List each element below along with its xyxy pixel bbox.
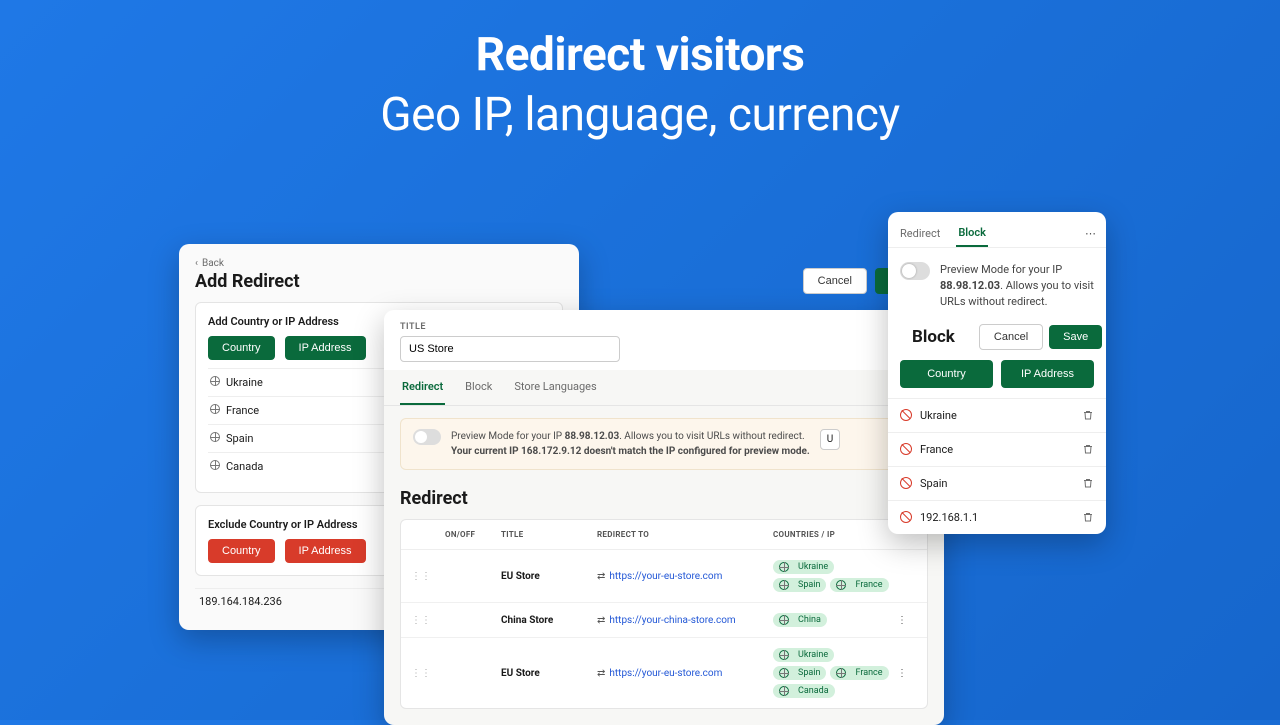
country-badge: Ukraine <box>773 648 834 662</box>
block-country-button[interactable]: Country <box>900 360 993 388</box>
hero-title: Redirect visitors <box>0 28 1280 82</box>
block-item: Spain <box>888 466 1106 500</box>
redirect-url[interactable]: https://your-eu-store.com <box>609 571 722 582</box>
globe-icon <box>210 376 220 386</box>
tabs: Redirect Block Store Languages <box>384 370 944 406</box>
row-title: China Store <box>501 615 591 626</box>
shuffle-icon: ⇄ <box>597 571 605 582</box>
block-item-label: Spain <box>920 477 947 490</box>
country-badge: Spain <box>773 666 826 680</box>
globe-icon <box>210 432 220 442</box>
preview-toggle[interactable] <box>413 429 441 445</box>
country-badge: Canada <box>773 684 835 698</box>
block-item-label: 192.168.1.1 <box>920 511 978 524</box>
exclude-country-button[interactable]: Country <box>208 539 275 563</box>
table-row: ⋮⋮ China Store ⇄https://your-china-store… <box>401 603 927 638</box>
country-badge: France <box>830 666 888 680</box>
table-row: ⋮⋮ EU Store ⇄https://your-eu-store.com U… <box>401 638 927 708</box>
preview-banner: Preview Mode for your IP 88.98.12.03. Al… <box>400 418 928 470</box>
col-redirect: REDIRECT TO <box>597 530 767 539</box>
country-badge: Ukraine <box>773 560 834 574</box>
chevron-left-icon: ‹ <box>195 258 198 269</box>
delete-icon[interactable] <box>1082 477 1094 489</box>
block-item: France <box>888 432 1106 466</box>
col-countries: COUNTRIES / IP <box>773 530 891 539</box>
table-header-row: ON/OFF TITLE REDIRECT TO COUNTRIES / IP <box>401 520 927 550</box>
redirect-list-panel: TITLE Cancel Save Redirect Block Store L… <box>384 310 944 725</box>
block-icon <box>900 477 912 489</box>
country-badges: Ukraine Spain France Canada <box>773 648 891 698</box>
block-item-label: Ukraine <box>920 409 957 422</box>
redirect-table: ON/OFF TITLE REDIRECT TO COUNTRIES / IP … <box>400 519 928 709</box>
banner-action[interactable]: U <box>820 429 840 450</box>
back-label: Back <box>202 258 224 269</box>
cancel-button[interactable]: Cancel <box>979 324 1043 350</box>
preview-toggle[interactable] <box>900 262 930 280</box>
shuffle-icon: ⇄ <box>597 615 605 626</box>
row-menu-icon[interactable]: ⋮ <box>897 615 917 626</box>
block-icon <box>900 443 912 455</box>
exclude-ip-button[interactable]: IP Address <box>285 539 366 563</box>
hero: Redirect visitors Geo IP, language, curr… <box>0 0 1280 142</box>
add-ip-button[interactable]: IP Address <box>285 336 366 360</box>
more-menu-icon[interactable]: ⋯ <box>1085 227 1096 240</box>
country-badges: Ukraine Spain France <box>773 560 891 592</box>
col-onoff: ON/OFF <box>445 530 495 539</box>
block-ip-button[interactable]: IP Address <box>1001 360 1094 388</box>
back-link[interactable]: ‹ Back <box>195 258 300 269</box>
tab-block[interactable]: Block <box>463 370 494 405</box>
redirect-url[interactable]: https://your-eu-store.com <box>609 668 722 679</box>
cancel-button[interactable]: Cancel <box>803 268 867 294</box>
hero-subtitle: Geo IP, language, currency <box>0 88 1280 142</box>
row-title: EU Store <box>501 571 591 582</box>
delete-icon[interactable] <box>1082 511 1094 523</box>
title-input[interactable] <box>400 336 620 362</box>
list-heading: Redirect <box>384 482 944 519</box>
tab-redirect[interactable]: Redirect <box>400 370 445 405</box>
redirect-url[interactable]: https://your-china-store.com <box>609 615 735 626</box>
title-field-label: TITLE <box>400 322 620 332</box>
table-row: ⋮⋮ EU Store ⇄https://your-eu-store.com U… <box>401 550 927 603</box>
add-country-button[interactable]: Country <box>208 336 275 360</box>
block-item: 192.168.1.1 <box>888 500 1106 534</box>
block-item: Ukraine <box>888 398 1106 432</box>
block-heading: Block <box>900 325 967 349</box>
col-title: TITLE <box>501 530 591 539</box>
country-name: Ukraine <box>226 376 263 389</box>
block-tabs: Redirect Block ⋯ <box>888 212 1106 248</box>
country-badge: France <box>830 578 888 592</box>
country-name: Canada <box>226 460 263 473</box>
tab-block[interactable]: Block <box>956 220 988 247</box>
globe-icon <box>210 404 220 414</box>
country-badge: Spain <box>773 578 826 592</box>
delete-icon[interactable] <box>1082 443 1094 455</box>
globe-icon <box>210 460 220 470</box>
block-item-label: France <box>920 443 953 456</box>
title-field-group: TITLE Cancel Save <box>384 310 944 370</box>
panel-title: Add Redirect <box>195 271 300 292</box>
country-badges: China <box>773 613 891 627</box>
row-title: EU Store <box>501 668 591 679</box>
country-badge: China <box>773 613 827 627</box>
block-list: Ukraine France Spain 192.168.1.1 <box>888 398 1106 534</box>
ip-value: 189.164.184.236 <box>199 595 282 608</box>
block-icon <box>900 409 912 421</box>
save-button[interactable]: Save <box>1049 325 1102 349</box>
tab-redirect[interactable]: Redirect <box>898 221 942 246</box>
block-panel: Redirect Block ⋯ Preview Mode for your I… <box>888 212 1106 534</box>
preview-text: Preview Mode for your IP 88.98.12.03. Al… <box>451 429 810 459</box>
block-icon <box>900 511 912 523</box>
country-name: Spain <box>226 432 253 445</box>
tab-store-languages[interactable]: Store Languages <box>512 370 598 405</box>
shuffle-icon: ⇄ <box>597 668 605 679</box>
row-menu-icon[interactable]: ⋮ <box>897 668 917 679</box>
delete-icon[interactable] <box>1082 409 1094 421</box>
preview-text: Preview Mode for your IP 88.98.12.03. Al… <box>940 262 1094 310</box>
country-name: France <box>226 404 259 417</box>
preview-mode-row: Preview Mode for your IP 88.98.12.03. Al… <box>888 248 1106 324</box>
